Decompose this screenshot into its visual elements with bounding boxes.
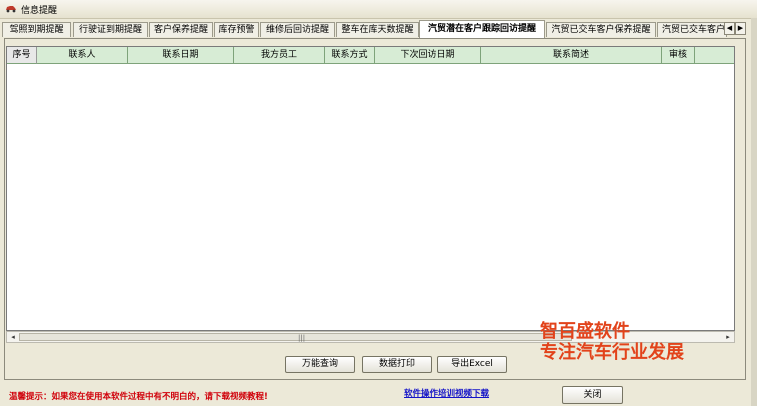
promo-line-2: 专注汽车行业发展	[540, 342, 684, 363]
print-data-button[interactable]: 数据打印	[362, 356, 432, 373]
window-right-border	[751, 18, 757, 406]
column-header-staff[interactable]: 我方员工	[234, 47, 325, 64]
export-excel-button[interactable]: 导出Excel	[437, 356, 507, 373]
tab-license-expiry[interactable]: 驾照到期提醒	[2, 22, 71, 37]
scrollbar-thumb[interactable]: |||	[19, 333, 572, 342]
app-car-icon	[6, 6, 16, 13]
triangle-right-icon: ▶	[737, 24, 744, 32]
tab-customer-maintenance[interactable]: 客户保养提醒	[149, 22, 213, 37]
scrollbar-grip: |||	[298, 334, 306, 342]
data-grid[interactable]: 序号 联系人 联系日期 我方员工 联系方式 下次回访日期 联系简述 审核	[6, 46, 735, 331]
scroll-right-arrow-icon[interactable]: ▸	[722, 332, 734, 342]
tab-scroll-left-button[interactable]: ◀	[724, 22, 735, 35]
title-bar: 信息提醒	[0, 0, 757, 19]
column-header-contact-method[interactable]: 联系方式	[325, 47, 375, 64]
window-title: 信息提醒	[21, 6, 58, 16]
training-video-link[interactable]: 软件操作培训视频下载	[404, 387, 489, 399]
close-button[interactable]: 关闭	[562, 386, 623, 404]
tab-scroll-right-button[interactable]: ▶	[735, 22, 746, 35]
column-header-review[interactable]: 审核	[662, 47, 695, 64]
tab-vehicle-license-expiry[interactable]: 行驶证到期提醒	[73, 22, 148, 37]
grid-header: 序号 联系人 联系日期 我方员工 联系方式 下次回访日期 联系简述 审核	[7, 47, 734, 64]
tab-potential-customer-followup[interactable]: 汽贸潜在客户跟踪回访提醒	[419, 20, 545, 38]
column-header-contact-date[interactable]: 联系日期	[128, 47, 234, 64]
column-header-next-followup-date[interactable]: 下次回访日期	[375, 47, 481, 64]
tab-delivered-customer-maintenance[interactable]: 汽贸已交车客户保养提醒	[546, 22, 656, 37]
tab-post-repair-followup[interactable]: 维修后回访提醒	[260, 22, 335, 37]
column-header-extra[interactable]	[695, 47, 734, 64]
column-header-contact[interactable]: 联系人	[37, 47, 128, 64]
tab-delivered-customer[interactable]: 汽贸已交车客户	[657, 22, 727, 37]
scroll-left-arrow-icon[interactable]: ◂	[7, 332, 19, 342]
column-header-index[interactable]: 序号	[7, 47, 37, 64]
tab-vehicle-stock-days[interactable]: 整车在库天数提醒	[336, 22, 419, 37]
tab-inventory-warning[interactable]: 库存预警	[214, 22, 259, 37]
column-header-contact-summary[interactable]: 联系简述	[481, 47, 662, 64]
footer-tip: 温馨提示：如果您在使用本软件过程中有不明白的，请下载视频教程!	[9, 392, 268, 402]
universal-search-button[interactable]: 万能查询	[285, 356, 355, 373]
tab-strip: 驾照到期提醒 行驶证到期提醒 客户保养提醒 库存预警 维修后回访提醒 整车在库天…	[2, 20, 747, 38]
triangle-left-icon: ◀	[726, 24, 733, 32]
